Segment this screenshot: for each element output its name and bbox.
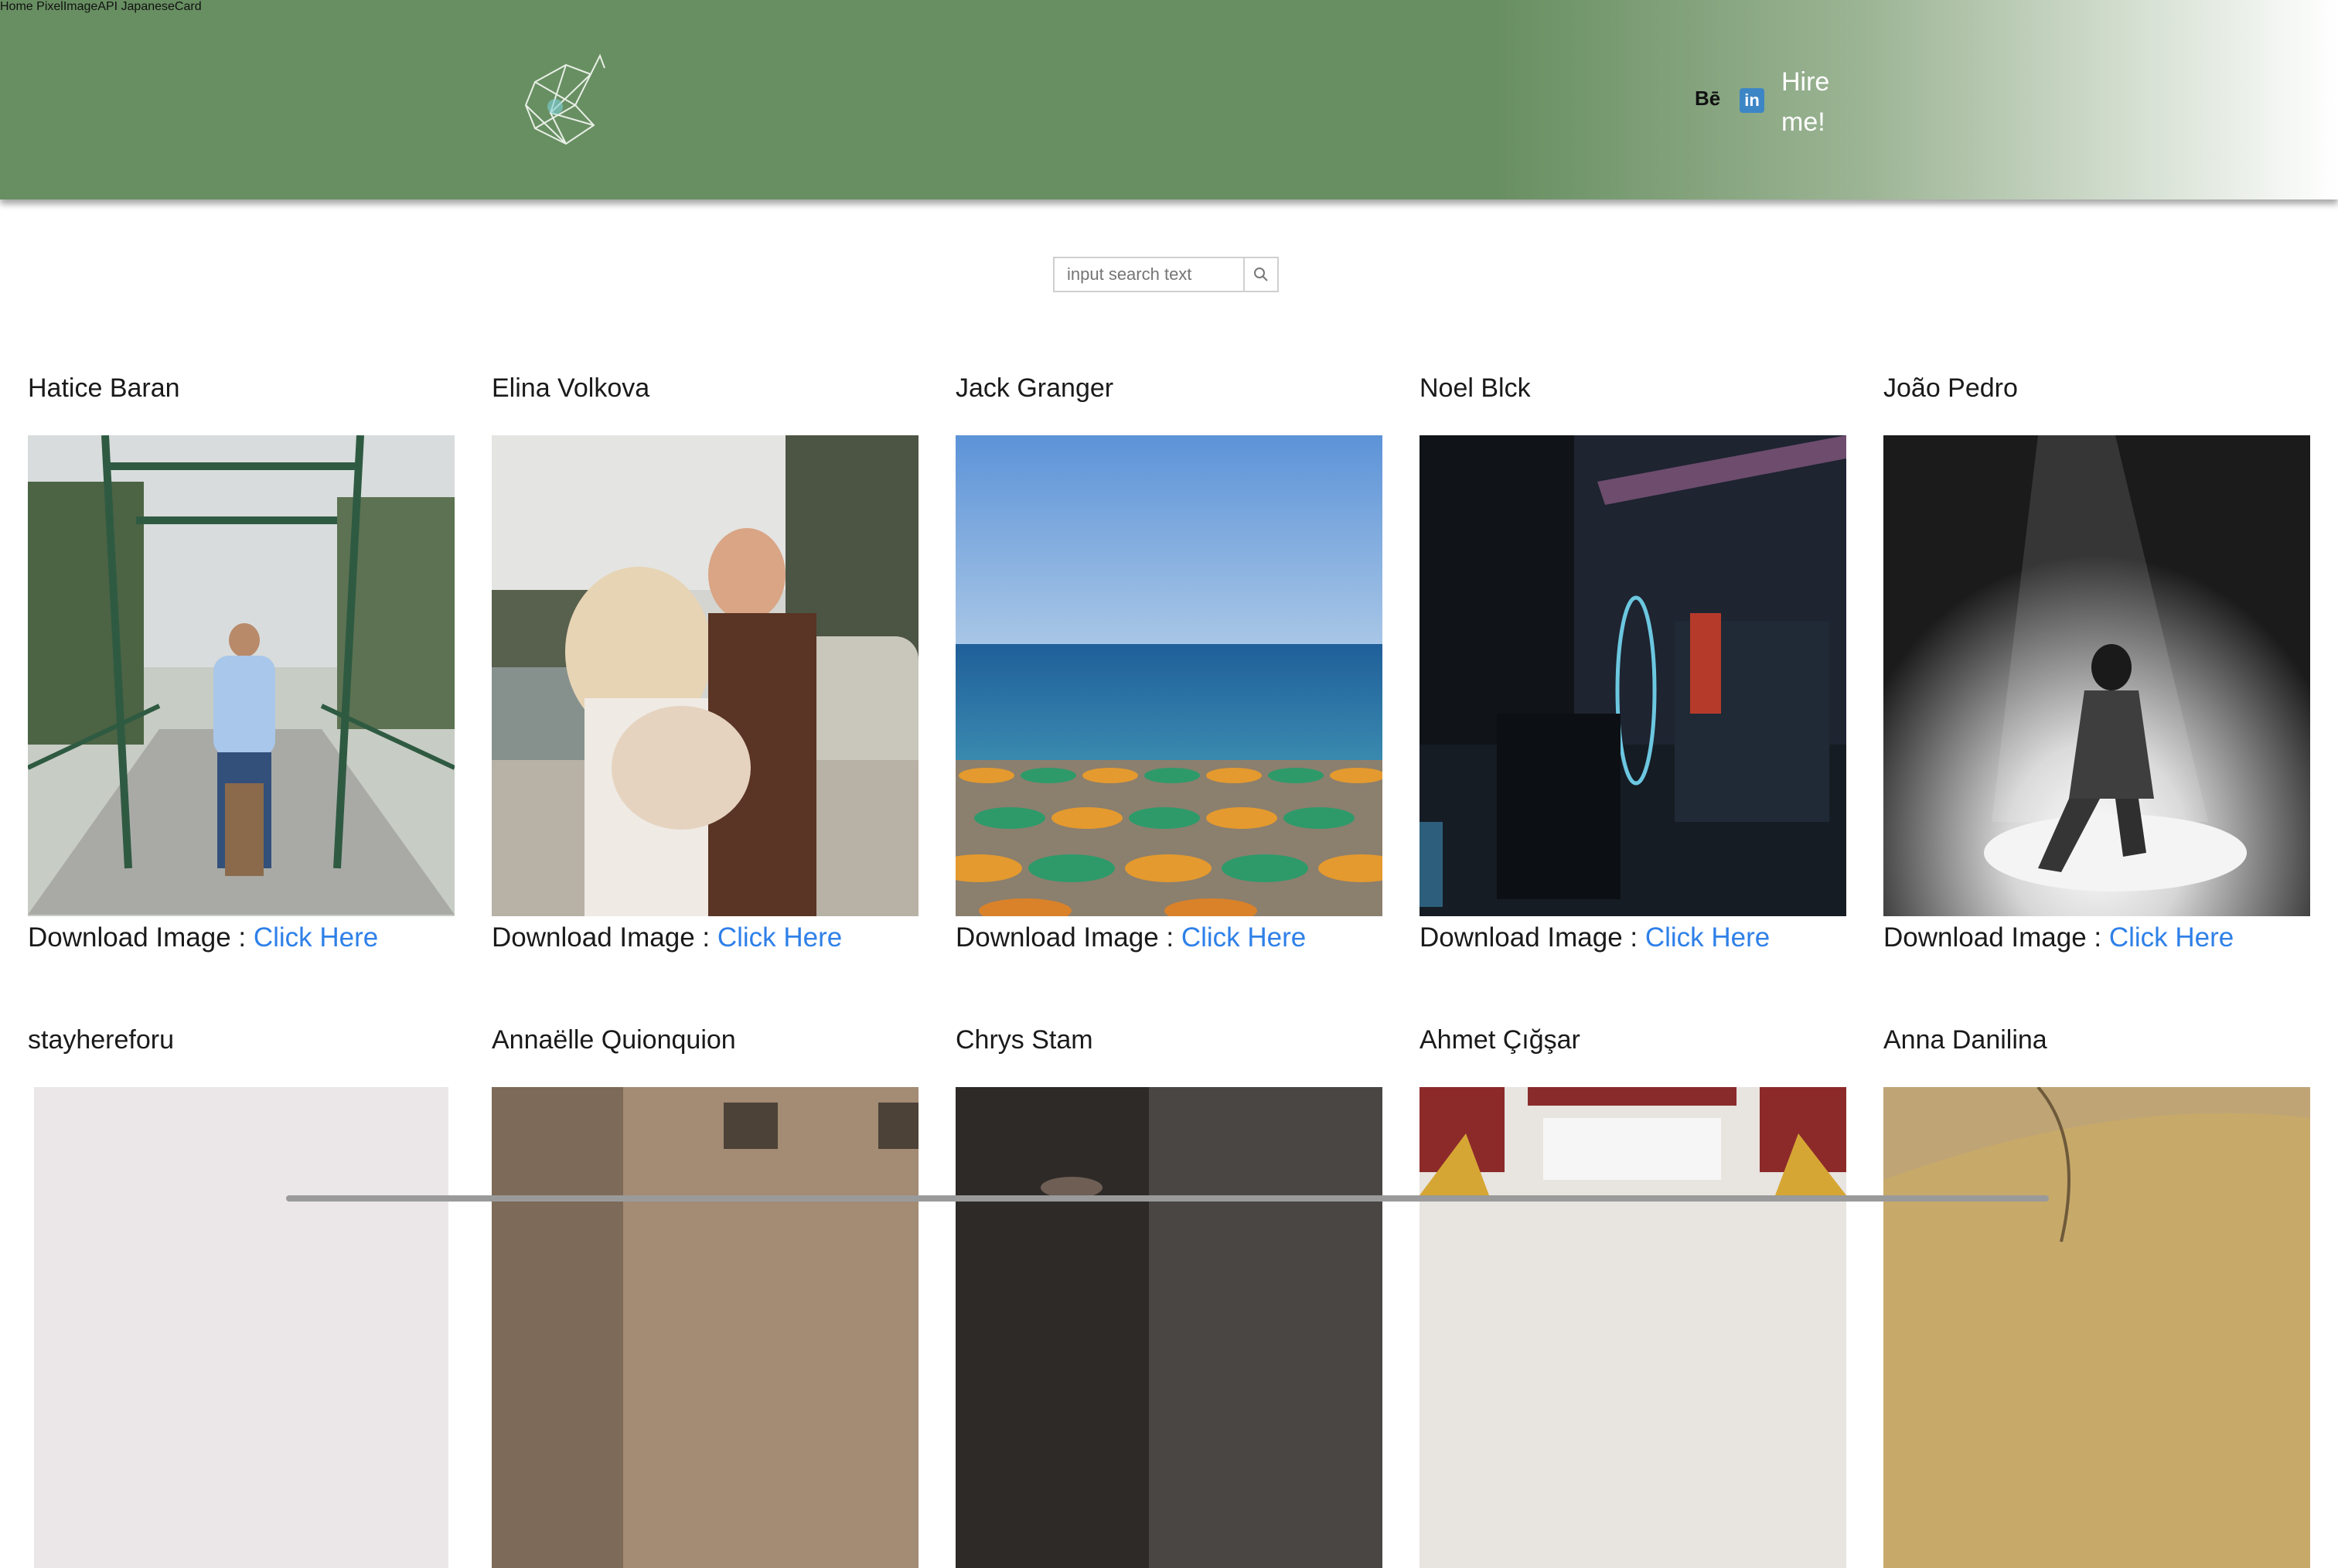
main-nav: Home PixelImageAPI JapaneseCard — [0, 0, 2338, 14]
photo-author: stayhereforu — [28, 1025, 174, 1055]
download-link[interactable]: Click Here — [254, 922, 378, 953]
photo-author: João Pedro — [1883, 373, 2018, 403]
photo-image[interactable] — [28, 435, 455, 916]
photo-image[interactable] — [492, 1087, 918, 1568]
download-link[interactable]: Click Here — [717, 922, 842, 953]
hire-me-link[interactable]: Hire me! — [1781, 62, 1874, 142]
photo-author: Elina Volkova — [492, 373, 650, 403]
photo-image[interactable] — [492, 435, 918, 916]
nav-pixelimageapi[interactable]: PixelImageAPI — [36, 0, 118, 13]
linkedin-icon[interactable]: in — [1740, 88, 1764, 113]
photo-author: Anna Danilina — [1883, 1025, 2047, 1055]
download-row: Download Image : Click Here — [1420, 922, 1771, 953]
photo-author: Noel Blck — [1420, 373, 1531, 403]
site-header: Home PixelImageAPI JapaneseCard Bē in Hi… — [0, 0, 2338, 199]
download-row: Download Image : Click Here — [1883, 922, 2234, 953]
photo-image[interactable] — [956, 1087, 1382, 1568]
download-link[interactable]: Click Here — [2109, 922, 2234, 953]
search-input[interactable] — [1053, 257, 1243, 292]
download-link[interactable]: Click Here — [1181, 922, 1306, 953]
download-row: Download Image : Click Here — [492, 922, 843, 953]
download-link[interactable]: Click Here — [1645, 922, 1770, 953]
search-button[interactable] — [1243, 257, 1279, 292]
nav-home[interactable]: Home — [0, 0, 33, 13]
photo-author: Hatice Baran — [28, 373, 180, 403]
photo-author: Ahmet Çığşar — [1420, 1025, 1580, 1055]
search-icon — [1254, 268, 1268, 281]
horizontal-scrollbar[interactable] — [286, 1195, 2049, 1202]
photo-image[interactable] — [1420, 435, 1846, 916]
photo-image[interactable] — [1883, 1087, 2310, 1568]
photo-author: Jack Granger — [956, 373, 1114, 403]
download-row: Download Image : Click Here — [956, 922, 1307, 953]
photo-image[interactable] — [1883, 435, 2310, 916]
site-logo[interactable] — [520, 51, 611, 148]
photo-author: Annaëlle Quionquion — [492, 1025, 736, 1055]
photo-image[interactable] — [956, 435, 1382, 916]
photo-author: Chrys Stam — [956, 1025, 1093, 1055]
photo-image[interactable] — [28, 1087, 455, 1568]
nav-japanesecard[interactable]: JapaneseCard — [121, 0, 202, 13]
photo-image[interactable] — [1420, 1087, 1846, 1568]
search-bar — [1053, 257, 1279, 292]
behance-icon[interactable]: Bē — [1695, 87, 1720, 111]
download-row: Download Image : Click Here — [28, 922, 379, 953]
